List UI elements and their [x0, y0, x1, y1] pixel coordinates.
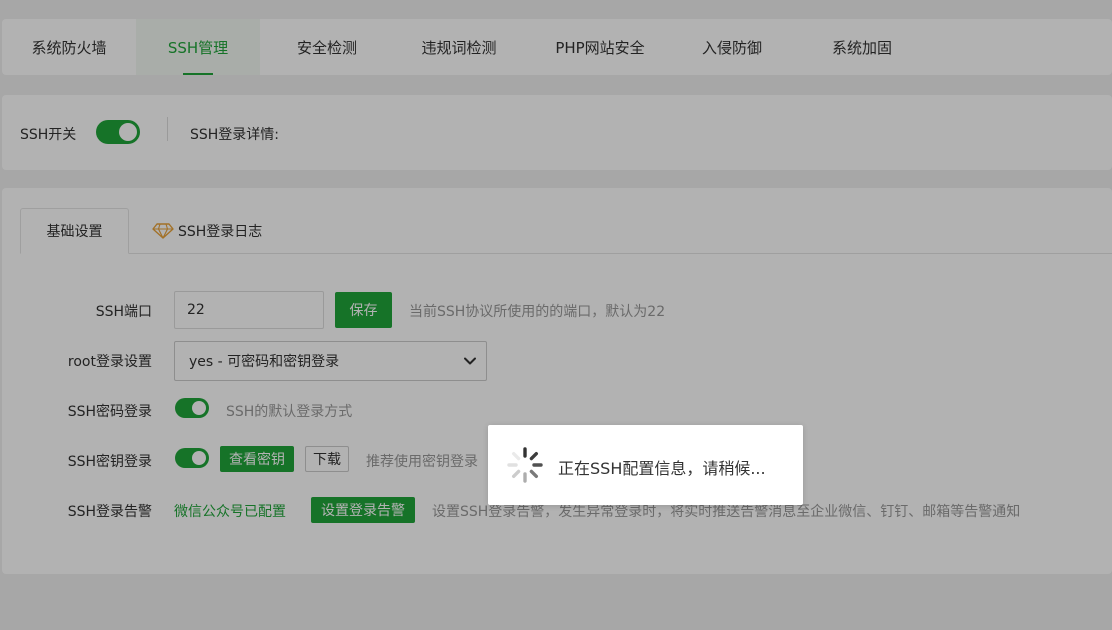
page: 系统防火墙 SSH管理 安全检测 违规词检测 PHP网站安全 入侵防御 系统加固… [0, 0, 1112, 630]
loading-spinner-icon [507, 447, 543, 483]
loading-dialog: 正在SSH配置信息，请稍候... [488, 425, 803, 505]
loading-message: 正在SSH配置信息，请稍候... [558, 459, 766, 478]
modal-overlay [0, 0, 1112, 630]
